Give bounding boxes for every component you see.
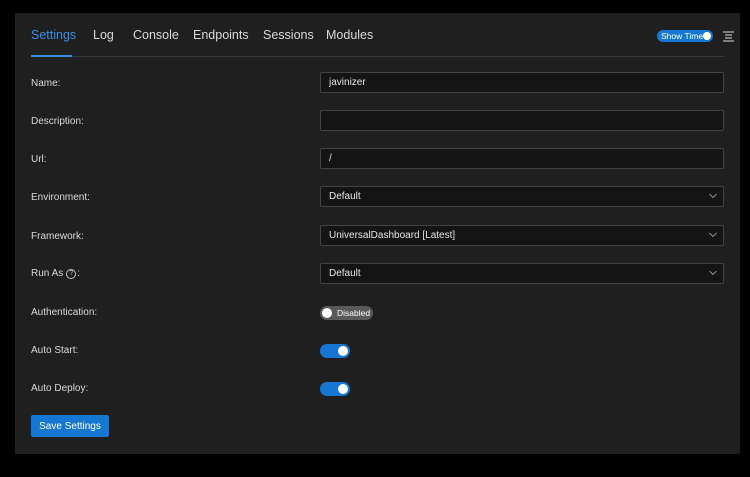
auto-deploy-toggle[interactable] — [320, 382, 350, 396]
authentication-state: Disabled — [337, 308, 371, 318]
url-label: Url: — [31, 154, 47, 165]
run-as-value: Default — [329, 268, 361, 279]
name-label: Name: — [31, 78, 61, 89]
chevron-down-icon — [709, 270, 717, 276]
name-input[interactable] — [320, 72, 724, 93]
auto-start-label: Auto Start: — [31, 345, 79, 356]
list-icon[interactable] — [723, 31, 734, 42]
tab-log[interactable]: Log — [93, 28, 114, 42]
toggle-knob — [322, 308, 332, 318]
toggle-knob — [338, 384, 348, 394]
tab-modules[interactable]: Modules — [326, 28, 373, 42]
run-as-select[interactable]: Default — [320, 263, 724, 284]
show-time-label: Show Time — [661, 31, 704, 41]
framework-label: Framework: — [31, 231, 84, 242]
url-input[interactable] — [320, 148, 724, 169]
show-time-toggle[interactable]: Show Time — [657, 30, 713, 42]
environment-select[interactable]: Default — [320, 186, 724, 207]
auto-start-toggle[interactable] — [320, 344, 350, 358]
environment-label: Environment: — [31, 192, 90, 203]
framework-value: UniversalDashboard [Latest] — [329, 230, 456, 241]
save-settings-button[interactable]: Save Settings — [31, 415, 109, 437]
framework-select[interactable]: UniversalDashboard [Latest] — [320, 225, 724, 246]
chevron-down-icon — [709, 232, 717, 238]
run-as-label-colon: : — [77, 268, 81, 279]
toggle-knob — [703, 32, 711, 40]
chevron-down-icon — [709, 193, 717, 199]
description-input[interactable] — [320, 110, 724, 131]
auto-deploy-label: Auto Deploy: — [31, 383, 89, 394]
tab-settings[interactable]: Settings — [31, 28, 76, 42]
active-tab-indicator — [31, 55, 72, 57]
run-as-label-text: Run As — [31, 268, 64, 279]
tab-sessions[interactable]: Sessions — [263, 28, 314, 42]
help-icon[interactable]: ? — [66, 268, 77, 279]
authentication-label: Authentication: — [31, 307, 98, 318]
settings-panel: Settings Log Console Endpoints Sessions … — [15, 13, 740, 454]
tab-bar: Settings Log Console Endpoints Sessions … — [31, 13, 734, 57]
authentication-toggle[interactable]: Disabled — [320, 306, 373, 320]
run-as-label: Run As ? : — [31, 268, 80, 279]
environment-value: Default — [329, 191, 361, 202]
tab-endpoints[interactable]: Endpoints — [193, 28, 249, 42]
tab-console[interactable]: Console — [133, 28, 179, 42]
toggle-knob — [338, 346, 348, 356]
description-label: Description: — [31, 116, 84, 127]
